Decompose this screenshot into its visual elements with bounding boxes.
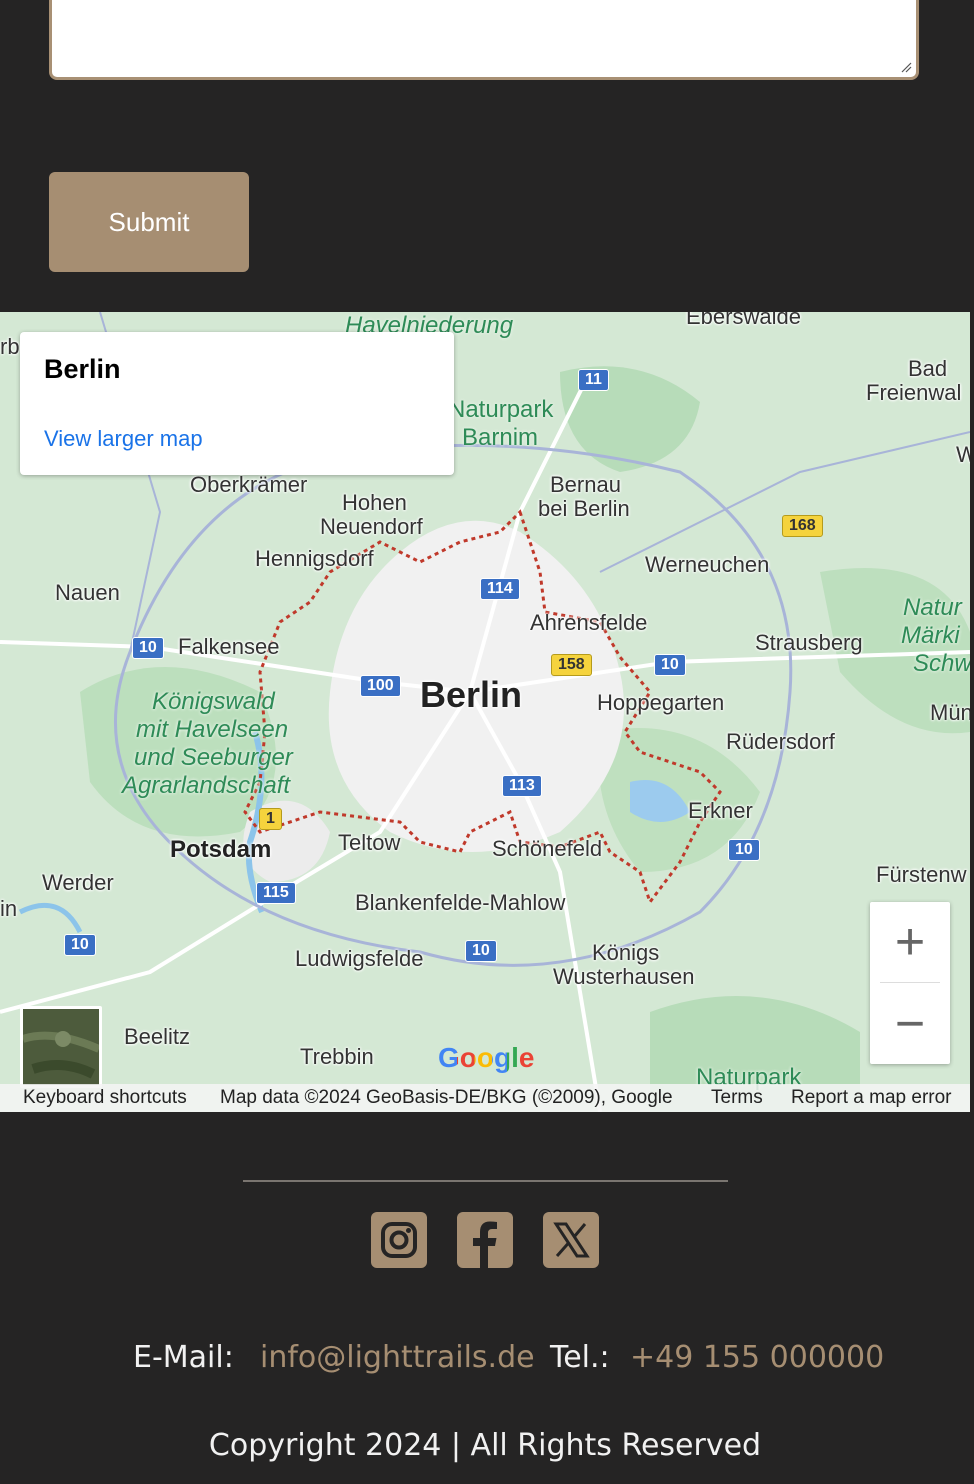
map-label: Strausberg [755,630,863,655]
map-label: Falkensee [178,634,280,659]
copyright-text: Copyright 2024 | All Rights Reserved [208,1428,762,1463]
road-shield: 10 [654,654,686,676]
zoom-controls: + − [870,902,950,1064]
map-label: Eberswalde [686,312,801,329]
road-shield: 168 [782,515,823,537]
email-label: E-Mail: [133,1340,234,1375]
road-shield: 113 [502,775,542,797]
road-shield: 1 [259,808,282,830]
road-shield: 11 [578,369,609,391]
report-map-error-link[interactable]: Report a map error [791,1087,952,1109]
map-label: Oberkrämer [190,472,308,497]
instagram-icon[interactable] [371,1212,427,1268]
map-label: Potsdam [170,836,272,863]
road-shield: 10 [465,940,497,962]
map-label: Trebbin [300,1044,374,1069]
map-label: und Seeburger [134,744,293,771]
map-label: Rüdersdorf [726,729,835,754]
map-info-card: Berlin View larger map [20,332,454,475]
tel-link[interactable]: +49 155 000000 [630,1340,884,1375]
resize-handle-icon[interactable] [900,61,912,73]
satellite-thumbnail-icon [21,1009,101,1085]
map-label: Werneuchen [645,552,770,577]
map-label: Bernau [550,472,621,497]
road-shield: 158 [551,654,592,676]
map-label: Freienwal [866,380,962,405]
footer-divider [243,1180,728,1182]
map-label: Königswald [152,688,275,715]
map-label: Blankenfelde-Mahlow [355,890,566,915]
road-shield: 114 [480,578,520,600]
map-label: mit Havelseen [136,716,289,743]
map-attribution-bar: Keyboard shortcuts Map data ©2024 GeoBas… [0,1084,970,1112]
map-label: Wusterhausen [553,964,695,989]
map-label: Fürstenw [876,862,967,887]
map-label: Hohen [342,490,407,515]
map-label: Mün [930,700,970,725]
info-card-title: Berlin [44,354,121,384]
map-label: Bad [908,356,948,381]
zoom-divider [880,982,940,983]
google-map[interactable]: Havelniederung Eberswalde Bad Freienwal … [0,312,970,1112]
map-label-berlin: Berlin [420,674,523,715]
map-label: Neuendorf [320,514,423,539]
map-label: Natur [903,594,962,621]
map-label: Ahrensfelde [530,610,648,635]
google-logo: Google [438,1042,534,1074]
map-label: W [956,442,970,467]
map-label: rb [0,334,20,359]
map-label: Nauen [55,580,120,605]
view-larger-map-link[interactable]: View larger map [44,426,203,452]
map-label: bei Berlin [538,496,630,521]
map-label: Hennigsdorf [255,546,374,571]
terms-link[interactable]: Terms [711,1087,763,1109]
google-logo-text: Google [438,1042,535,1073]
map-label: Barnim [462,424,539,451]
map-label: Schw [913,650,970,677]
keyboard-shortcuts-link[interactable]: Keyboard shortcuts [23,1087,187,1109]
map-label: Agrarlandschaft [122,772,291,799]
map-data-text: Map data ©2024 GeoBasis-DE/BKG (©2009), … [220,1087,673,1108]
satellite-layer-toggle[interactable] [20,1006,102,1088]
map-label: Beelitz [124,1024,191,1049]
road-shield: 10 [64,934,96,956]
map-label: Königs [592,940,660,965]
map-label: Märki [901,622,960,649]
road-shield: 10 [728,839,760,861]
map-label: Erkner [688,798,753,823]
email-link[interactable]: info@lighttrails.de [260,1340,535,1375]
facebook-icon[interactable] [457,1212,513,1268]
zoom-in-button[interactable]: + [870,902,950,982]
map-label: Teltow [338,830,401,855]
x-icon[interactable] [543,1212,599,1268]
road-shield: 10 [132,637,164,659]
map-label: in [0,896,18,921]
map-label: Naturpark [448,396,554,423]
map-label: Hoppegarten [597,690,725,715]
road-shield: 115 [256,882,296,904]
road-shield: 100 [360,675,401,697]
submit-button[interactable]: Submit [49,172,249,272]
message-textarea[interactable] [49,0,919,80]
tel-label: Tel.: [550,1340,610,1375]
map-label: Werder [42,870,114,895]
map-label: Schönefeld [492,836,603,861]
map-label: Ludwigsfelde [295,946,424,971]
zoom-out-button[interactable]: − [870,984,950,1064]
